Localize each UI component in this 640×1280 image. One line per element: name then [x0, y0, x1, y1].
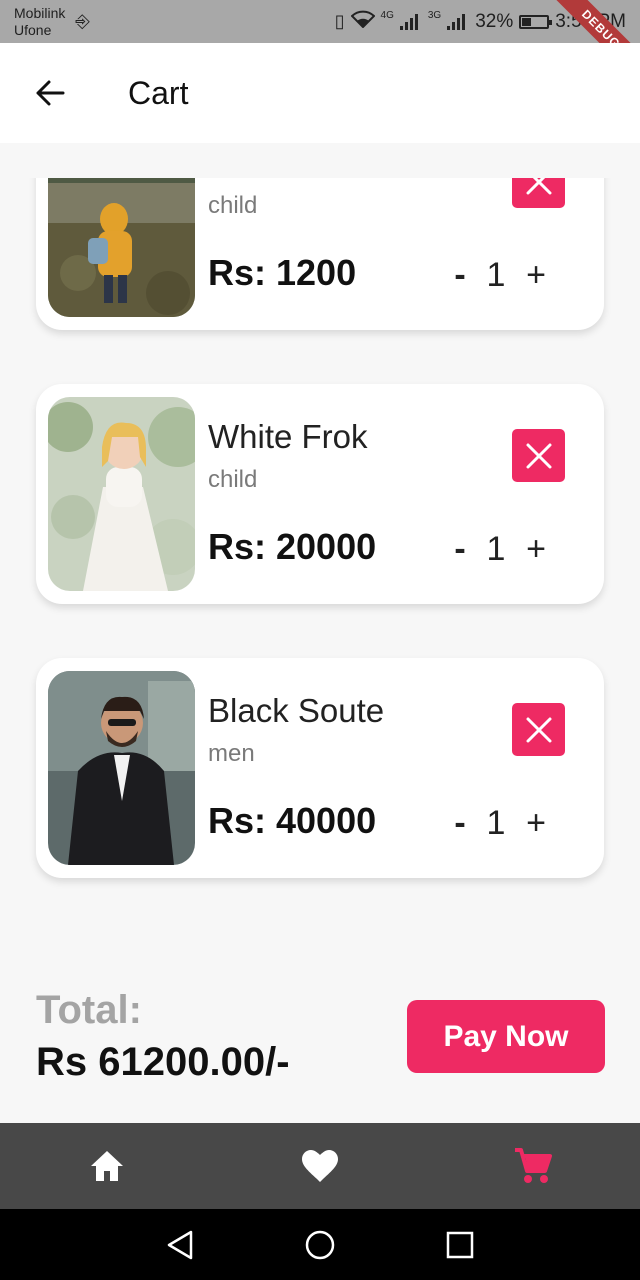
close-icon	[526, 717, 551, 742]
product-category: child	[208, 192, 258, 219]
remove-item-button[interactable]	[512, 178, 565, 208]
product-category: child	[208, 466, 258, 493]
product-image	[48, 671, 195, 865]
system-back-button[interactable]	[158, 1223, 202, 1267]
decrease-qty-button[interactable]: -	[450, 530, 470, 569]
remove-item-button[interactable]	[512, 703, 565, 756]
system-home-button[interactable]	[298, 1223, 342, 1267]
close-icon	[526, 443, 551, 468]
arrow-left-icon	[36, 80, 65, 106]
total-amount: Rs 61200.00/-	[36, 1040, 290, 1084]
usb-icon: ⎆	[75, 11, 90, 31]
signal-icon-2	[447, 13, 469, 30]
product-image	[48, 178, 195, 317]
app-bar: Cart	[0, 43, 640, 143]
product-category: men	[208, 740, 255, 767]
product-price: Rs: 1200	[208, 252, 357, 293]
quantity-stepper: - 1 +	[450, 256, 550, 295]
product-name: Black Soute	[208, 692, 385, 729]
close-icon	[526, 178, 551, 194]
status-bar: Mobilink Ufone ⎆ ▯ 4G 3G 32% 3:53 PM DEB…	[0, 0, 640, 43]
home-icon	[90, 1151, 123, 1181]
signal-icon-1	[399, 13, 422, 30]
increase-qty-button[interactable]: +	[522, 804, 550, 843]
system-navigation-bar	[0, 1209, 640, 1280]
nav-favorites[interactable]	[270, 1123, 370, 1209]
quantity-stepper: - 1 +	[450, 530, 550, 569]
bottom-navigation	[0, 1123, 640, 1209]
triangle-back-icon	[167, 1230, 193, 1259]
page-title: Cart	[128, 74, 189, 111]
increase-qty-button[interactable]: +	[522, 530, 550, 569]
nav-cart[interactable]	[483, 1123, 583, 1209]
product-image	[48, 397, 195, 591]
network-type-2: 3G	[427, 9, 442, 21]
system-recents-button[interactable]	[438, 1223, 482, 1267]
square-recents-icon	[446, 1231, 474, 1258]
nav-home[interactable]	[57, 1123, 157, 1209]
product-price: Rs: 40000	[208, 800, 377, 841]
cart-item-card: child Rs: 1200 - 1 +	[36, 178, 604, 330]
total-label: Total:	[36, 988, 142, 1032]
product-name: White Frok	[208, 418, 368, 455]
heart-icon	[301, 1150, 338, 1182]
decrease-qty-button[interactable]: -	[450, 804, 470, 843]
product-price: Rs: 20000	[208, 526, 377, 567]
quantity-value: 1	[486, 530, 506, 568]
increase-qty-button[interactable]: +	[522, 256, 550, 295]
cart-item-card: White Frok child Rs: 20000 - 1 +	[36, 384, 604, 604]
carrier-2: Ufone	[14, 21, 52, 38]
back-button[interactable]	[30, 73, 70, 113]
remove-item-button[interactable]	[512, 429, 565, 482]
carrier-1: Mobilink	[14, 4, 66, 21]
cart-icon	[515, 1148, 553, 1183]
vibrate-icon: ▯	[334, 11, 345, 31]
cart-item-card: Black Soute men Rs: 40000 - 1 +	[36, 658, 604, 878]
decrease-qty-button[interactable]: -	[450, 256, 470, 295]
pay-now-button[interactable]: Pay Now	[407, 1000, 605, 1073]
quantity-value: 1	[486, 256, 506, 294]
quantity-stepper: - 1 +	[450, 804, 550, 843]
battery-percent: 32%	[475, 10, 514, 32]
wifi-icon	[350, 10, 375, 34]
quantity-value: 1	[486, 804, 506, 842]
network-type-1: 4G	[380, 9, 394, 21]
cart-list[interactable]: child Rs: 1200 - 1 + White Frok child Rs…	[0, 178, 640, 918]
circle-home-icon	[305, 1230, 335, 1259]
battery-icon	[519, 14, 553, 29]
carrier-info: Mobilink Ufone ⎆	[14, 5, 90, 39]
